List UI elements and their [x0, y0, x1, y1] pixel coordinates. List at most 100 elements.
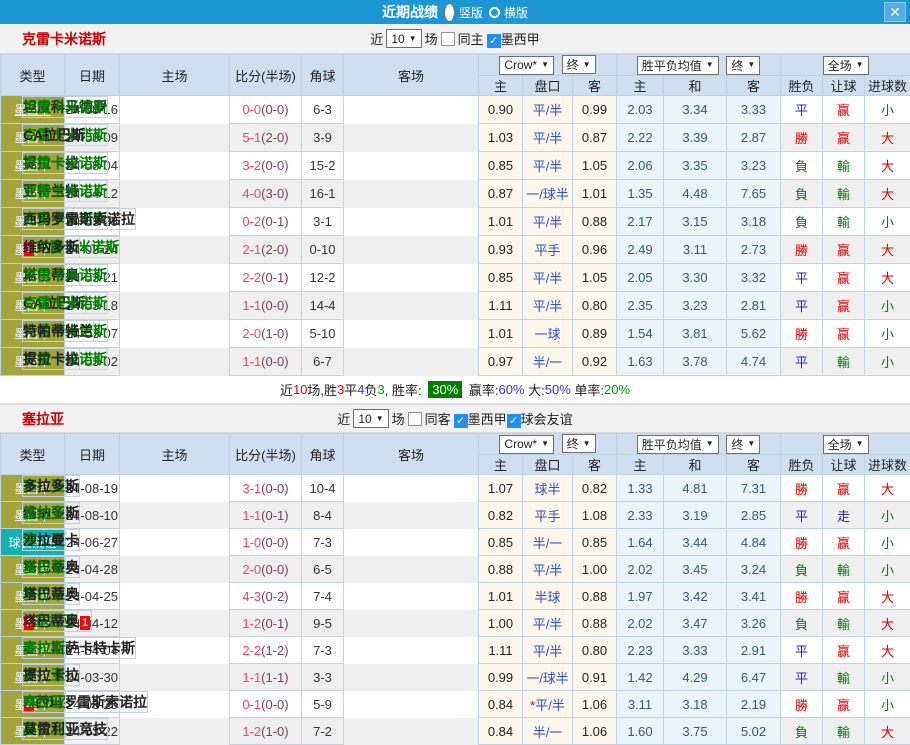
- wdl-time-select[interactable]: 终▼: [726, 56, 760, 75]
- chevron-down-icon: ▼: [747, 61, 755, 69]
- avg-draw: 3.23: [664, 292, 727, 320]
- away-team-name[interactable]: 沙拉曼卡: [23, 532, 79, 548]
- odds-home: 0.84: [479, 691, 523, 718]
- odds-away: 1.05: [573, 152, 617, 180]
- avg-away: 7.31: [727, 475, 781, 502]
- avg-draw: 3.15: [664, 208, 727, 236]
- section-header: 塞拉亚 近 10▼ 场 同客 ✓墨西甲✓球会友谊: [0, 404, 910, 433]
- score-cell: 2-0(1-0): [230, 320, 302, 348]
- summary-part: 3: [337, 382, 344, 397]
- sub-handicap: 盘口: [523, 455, 573, 475]
- odds-time-select[interactable]: 终▼: [562, 55, 596, 74]
- away-team-name[interactable]: 塞拉亚: [23, 640, 65, 656]
- odds-away: 0.87: [573, 124, 617, 152]
- away-team-name[interactable]: CA拉巴斯: [23, 127, 85, 143]
- result-goals: 小: [865, 208, 910, 236]
- away-team-name[interactable]: 塞拉亚: [23, 559, 65, 575]
- corner-cell: 6-5: [302, 556, 344, 583]
- odds-home: 1.01: [479, 208, 523, 236]
- handicap-value: 半/一: [533, 536, 563, 551]
- odds-time-value: 终: [567, 435, 579, 452]
- fulltime-score: 1-2: [242, 724, 261, 739]
- chevron-down-icon: ▼: [583, 440, 591, 448]
- summary-part: 20%: [604, 382, 630, 397]
- away-team-name[interactable]: 莫雷利亚竞技: [23, 721, 107, 737]
- close-icon: ✕: [889, 4, 901, 21]
- result-handicap: 赢: [823, 124, 865, 152]
- result-handicap: 輸: [823, 664, 865, 691]
- wdl-source-select[interactable]: 胜平负均值▼: [637, 56, 719, 75]
- handicap-value: 一/球半: [526, 671, 569, 686]
- same-venue-checkbox[interactable]: [408, 412, 422, 426]
- sub-wdl-away: 客: [727, 76, 781, 96]
- wdl-time-select[interactable]: 终▼: [726, 435, 760, 454]
- odds-company-select[interactable]: Crow*▼: [499, 56, 554, 75]
- away-team-name[interactable]: 维纳多斯: [23, 239, 79, 255]
- away-team-name[interactable]: 多拉多斯: [23, 478, 79, 494]
- close-button[interactable]: ✕: [884, 2, 906, 22]
- away-team-name[interactable]: 塔巴蒂奥: [23, 586, 79, 602]
- away-team-name[interactable]: 提拉卡拉: [23, 351, 79, 367]
- odds-time-select[interactable]: 终▼: [562, 434, 596, 453]
- avg-away: 3.24: [727, 556, 781, 583]
- away-team-name[interactable]: 克雷卡米诺斯: [23, 295, 107, 311]
- sub-wdl-home: 主: [617, 455, 664, 475]
- near-label: 近: [370, 29, 383, 48]
- away-team-name[interactable]: 克雷卡米诺斯: [23, 155, 107, 171]
- away-team-name[interactable]: 克雷卡米诺斯: [23, 99, 107, 115]
- summary-part: 30%: [428, 381, 462, 398]
- away-team-name[interactable]: 特帕蒂特兰: [23, 323, 93, 339]
- table-body: 墨西甲24-08-16坦皮科马德罗0-0(0-0)6-3克雷卡米诺斯0.90平/…: [1, 96, 910, 376]
- radio-unselected-icon[interactable]: [489, 7, 500, 18]
- handicap-value: 平/半: [533, 159, 563, 174]
- result-wdl: 勝: [781, 475, 823, 502]
- corner-cell: 14-4: [302, 292, 344, 320]
- col-date: 日期: [65, 434, 120, 475]
- fulltime-score: 4-0: [242, 186, 261, 201]
- odds-company-select[interactable]: Crow*▼: [499, 435, 554, 454]
- halftime-score: (0-2): [261, 589, 288, 604]
- avg-away: 4.84: [727, 529, 781, 556]
- avg-home: 2.23: [617, 637, 664, 664]
- score-cell: 4-0(3-0): [230, 180, 302, 208]
- league-checkbox[interactable]: ✓: [487, 34, 501, 48]
- league-checkbox[interactable]: ✓: [507, 414, 521, 428]
- fulltime-select[interactable]: 全场▼: [823, 56, 869, 75]
- fulltime-score: 0-1: [242, 697, 261, 712]
- odds-away: 0.82: [573, 475, 617, 502]
- summary-part: 平: [344, 380, 357, 399]
- titlebar: 近期战绩 竖版 横版 ✕: [0, 0, 910, 24]
- avg-draw: 3.11: [664, 236, 727, 264]
- halftime-score: (1-2): [261, 643, 288, 658]
- corner-cell: 5-9: [302, 691, 344, 718]
- games-count-select[interactable]: 10▼: [353, 409, 388, 428]
- score-cell: 1-0(0-0): [230, 529, 302, 556]
- away-team-cell: 维纳多斯: [22, 236, 80, 258]
- away-team-name[interactable]: 克雷卡米诺斯: [23, 183, 107, 199]
- handicap-value: 平/半: [533, 644, 563, 659]
- result-handicap: 赢: [823, 691, 865, 718]
- away-team-name[interactable]: 克雷卡米诺斯: [23, 267, 107, 283]
- away-team-name[interactable]: 西玛罗雷斯索诺拉: [23, 211, 135, 227]
- away-team-name[interactable]: 塔巴蒂奥: [23, 613, 79, 629]
- avg-away: 2.19: [727, 691, 781, 718]
- games-count-select[interactable]: 10▼: [386, 29, 421, 48]
- fulltime-select[interactable]: 全场▼: [823, 435, 869, 454]
- away-team-name[interactable]: 塞拉亚: [23, 505, 65, 521]
- layout-radio-horizontal[interactable]: 横版: [489, 4, 528, 21]
- wdl-source-select[interactable]: 胜平负均值▼: [637, 435, 719, 454]
- league-checkbox[interactable]: ✓: [454, 414, 468, 428]
- avg-home: 1.35: [617, 180, 664, 208]
- same-venue-checkbox[interactable]: [441, 32, 455, 46]
- odds-home: 0.88: [479, 556, 523, 583]
- radio-selected-icon[interactable]: [444, 3, 455, 22]
- away-team-name[interactable]: 塞拉亚: [23, 694, 65, 710]
- sub-let-ball: 让球: [823, 76, 865, 96]
- odds-away: 0.99: [573, 96, 617, 124]
- result-wdl: 負: [781, 556, 823, 583]
- away-team-name[interactable]: 提拉卡拉: [23, 667, 79, 683]
- fulltime-score: 2-0: [242, 326, 261, 341]
- handicap-value: 一/球半: [526, 187, 569, 202]
- layout-radio-vertical[interactable]: 竖版: [444, 3, 483, 22]
- away-team-cell: 提拉卡拉: [22, 348, 80, 370]
